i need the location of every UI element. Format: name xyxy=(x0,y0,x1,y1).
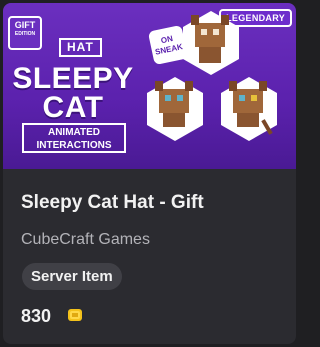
marketplace-item-card[interactable]: GIFT EDITION LEGENDARY HAT SLEEPY CAT AN… xyxy=(3,3,296,344)
on-sneak-badge: ON SNEAK xyxy=(147,24,189,66)
publisher-name: CubeCraft Games xyxy=(21,231,150,248)
minecoin-icon xyxy=(68,309,82,321)
feature-callout: ANIMATED INTERACTIONS xyxy=(22,123,126,153)
server-item-chip: Server Item xyxy=(22,263,122,290)
feature-line1: ANIMATED xyxy=(47,127,101,138)
category-tag: HAT xyxy=(59,38,102,57)
item-title: Sleepy Cat Hat - Gift xyxy=(21,192,204,213)
feature-line2: INTERACTIONS xyxy=(36,140,112,151)
item-key-art: GIFT EDITION LEGENDARY HAT SLEEPY CAT AN… xyxy=(3,3,296,169)
price-value: 830 xyxy=(21,306,52,326)
gift-badge-line2: EDITION xyxy=(14,31,36,37)
gift-edition-badge: GIFT EDITION xyxy=(8,16,42,50)
gift-badge-line1: GIFT xyxy=(14,20,36,30)
art-title-line2: CAT xyxy=(42,91,104,124)
